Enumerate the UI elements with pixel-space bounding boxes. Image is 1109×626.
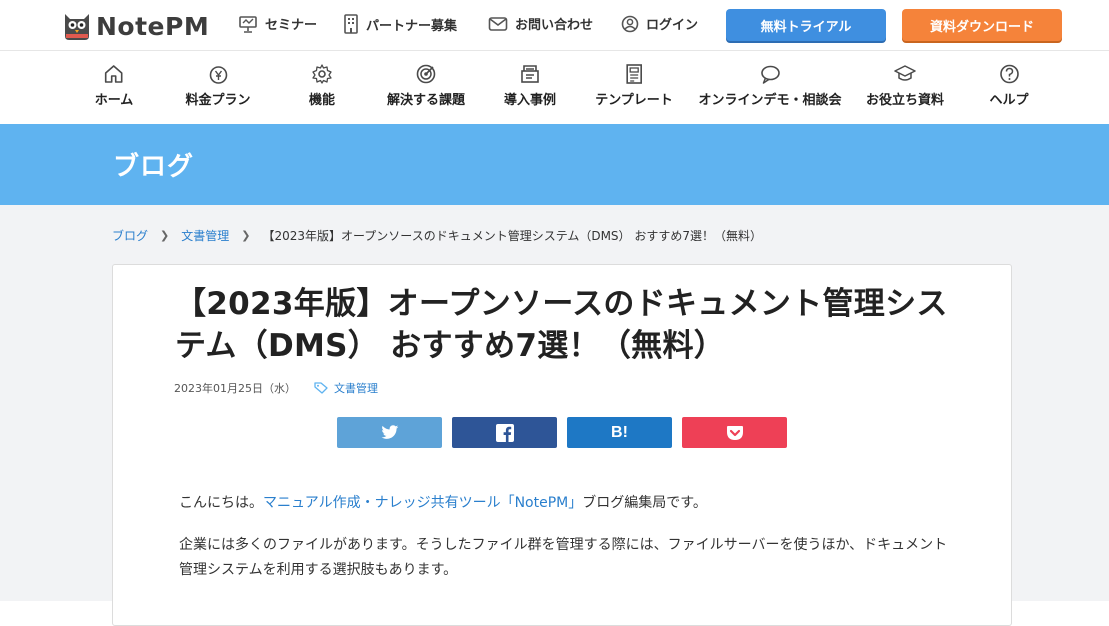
contact-link[interactable]: お問い合わせ [488,14,593,33]
nav-solutions[interactable]: 解決する課題 [387,63,465,108]
top-bar: NotePM セミナー パートナー募集 お問い合わせ ログイン 無料トライアル … [0,0,1109,51]
nav-features[interactable]: 機能 [309,63,335,108]
nav-templates[interactable]: テンプレート [595,63,673,108]
home-icon [105,65,123,83]
breadcrumb-blog[interactable]: ブログ [112,227,148,244]
case-icon [521,65,539,83]
article-title: 【2023年版】オープンソースのドキュメント管理システム（DMS） おすすめ7選… [175,286,948,364]
gear-icon [312,64,332,84]
logo-text: NotePM [96,11,210,41]
intro-paragraph: こんにちは。マニュアル作成・ナレッジ共有ツール「NotePM」ブログ編集局です。 [179,491,959,516]
article-card: 【2023年版】オープンソースのドキュメント管理システム（DMS） おすすめ7選… [112,264,1012,626]
free-trial-button[interactable]: 無料トライアル [726,9,886,41]
seminar-link[interactable]: セミナー [238,14,317,33]
body-paragraph: 企業には多くのファイルがあります。そうしたファイル群を管理する際には、ファイルサ… [179,537,948,578]
share-hatena-button[interactable]: B! [567,417,672,448]
notepm-logo[interactable]: NotePM [62,9,209,43]
download-docs-button[interactable]: 資料ダウンロード [902,9,1062,41]
breadcrumb-current: 【2023年版】オープンソースのドキュメント管理システム（DMS） おすすめ7選… [262,229,762,243]
intro-suffix: ブログ編集局です。 [582,495,707,511]
price-icon [209,66,227,84]
hatena-bookmark-icon: B! [611,423,628,441]
facebook-icon [495,423,514,442]
nav-pricing[interactable]: 料金プラン [185,63,251,108]
nav-help[interactable]: ヘルプ [989,63,1029,108]
article-date: 2023年01月25日（水） [174,382,296,395]
blog-hero-banner: ブログ [0,124,1109,205]
nav-features-label: 機能 [308,93,336,108]
main-content: ブログ ❯ 文書管理 ❯ 【2023年版】オープンソースのドキュメント管理システ… [0,205,1109,626]
seminar-icon [239,15,257,33]
nav-templates-label: テンプレート [595,93,673,108]
login-label: ログイン [646,18,699,33]
nav-demo[interactable]: オンラインデモ・相談会 [698,63,842,108]
building-icon [344,14,358,34]
user-icon [621,15,639,32]
seminar-label: セミナー [265,18,318,33]
partner-link[interactable]: パートナー募集 [343,14,457,34]
template-icon [626,64,642,84]
contact-label: お問い合わせ [515,18,594,33]
chevron-right-icon: ❯ [241,229,251,242]
nav-cases[interactable]: 導入事例 [504,63,556,108]
mail-icon [488,16,508,31]
notepm-link[interactable]: マニュアル作成・ナレッジ共有ツール「NotePM」 [263,495,582,511]
nav-home[interactable]: ホーム [94,63,134,108]
article-category[interactable]: 文書管理 [334,380,378,396]
target-icon [416,64,436,84]
share-twitter-button[interactable] [337,417,442,448]
breadcrumb: ブログ ❯ 文書管理 ❯ 【2023年版】オープンソースのドキュメント管理システ… [112,227,762,244]
article-meta: 2023年01月25日（水） 文書管理 [174,380,378,396]
share-facebook-button[interactable] [452,417,557,448]
graduation-icon [894,65,916,81]
share-pocket-button[interactable] [682,417,787,448]
pocket-icon [726,425,743,440]
nav-home-label: ホーム [94,93,134,108]
hero-title: ブログ [113,152,195,182]
nav-resources[interactable]: お役立ち資料 [866,63,944,108]
tag-icon [314,382,328,394]
owl-logo-icon [65,14,89,40]
nav-demo-label: オンラインデモ・相談会 [698,93,842,108]
login-link[interactable]: ログイン [621,14,698,33]
intro-prefix: こんにちは。 [179,495,263,511]
nav-cases-label: 導入事例 [503,93,557,108]
twitter-icon [380,425,398,439]
nav-pricing-label: 料金プラン [185,93,251,108]
nav-solutions-label: 解決する課題 [386,93,466,108]
chevron-right-icon: ❯ [160,229,170,242]
chat-icon [760,65,780,84]
global-nav: ホーム 料金プラン 機能 解決する課題 導入事例 テンプレート オンラインデモ・… [0,51,1109,124]
nav-resources-label: お役立ち資料 [865,93,945,108]
help-icon [999,64,1019,84]
partner-label: パートナー募集 [366,18,458,34]
nav-help-label: ヘルプ [989,93,1029,108]
breadcrumb-category[interactable]: 文書管理 [181,227,229,244]
